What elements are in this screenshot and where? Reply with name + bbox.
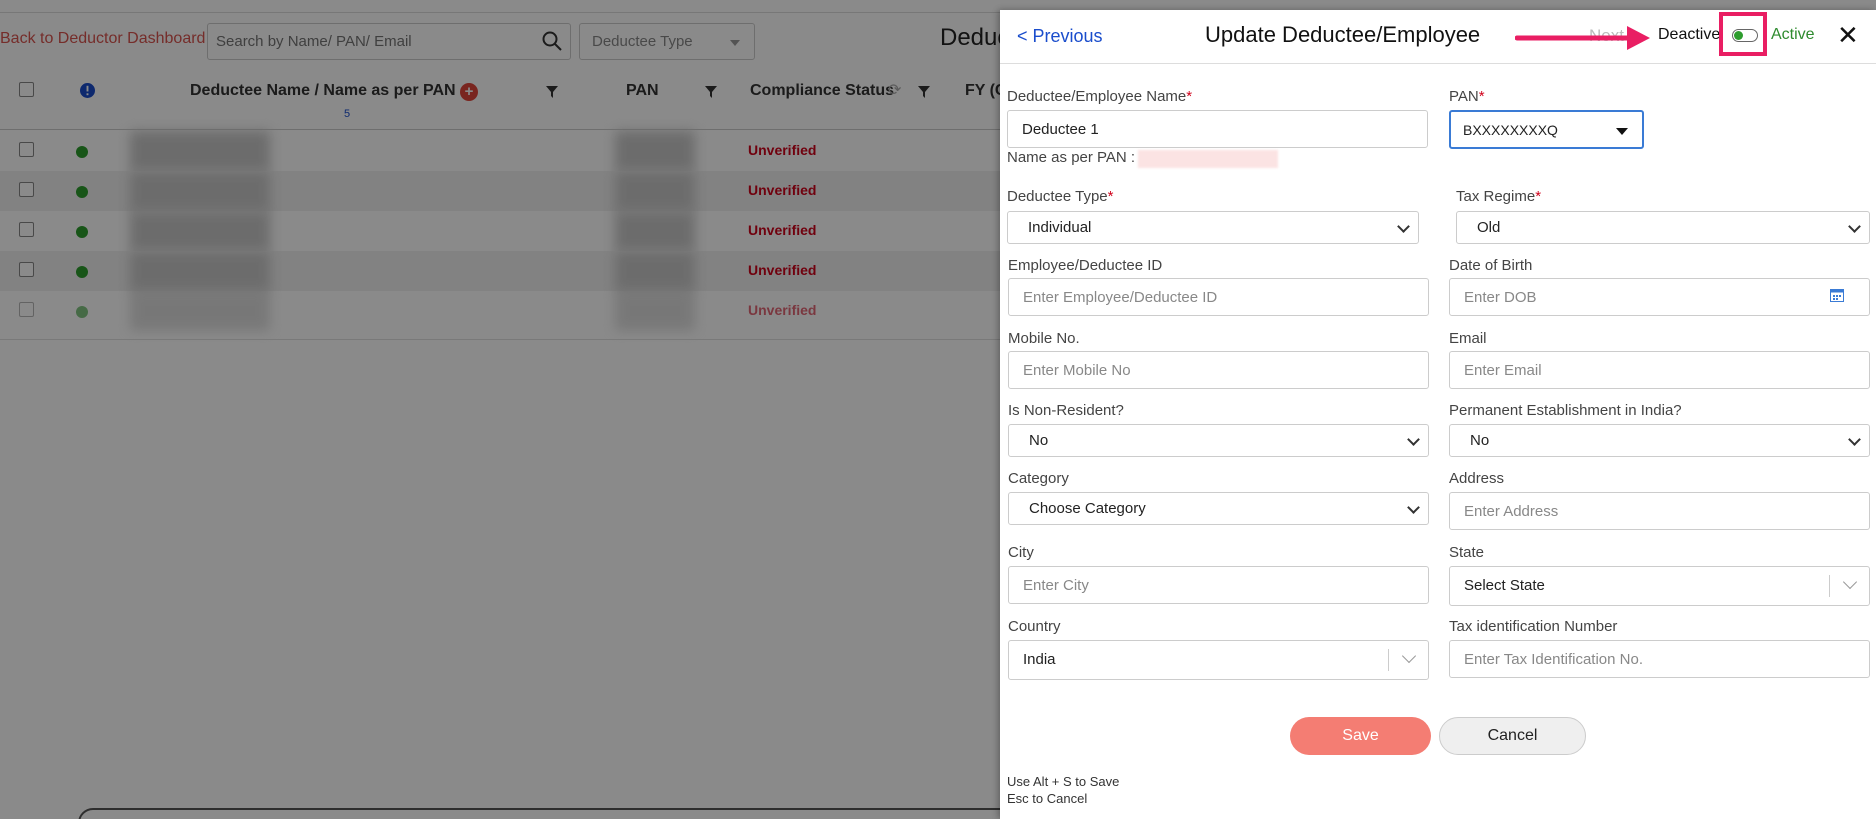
status-toggle[interactable] xyxy=(1732,29,1758,42)
pan-value: BXXXXXXXXQ xyxy=(1463,122,1558,138)
cancel-shortcut-hint: Esc to Cancel xyxy=(1007,791,1088,806)
dob-input[interactable] xyxy=(1449,278,1870,316)
calendar-icon[interactable] xyxy=(1830,288,1844,302)
mobile-label: Mobile No. xyxy=(1008,330,1080,347)
address-input[interactable] xyxy=(1449,492,1870,530)
close-icon[interactable]: ✕ xyxy=(1837,22,1859,48)
category-select[interactable]: Choose Category xyxy=(1008,492,1429,525)
deductee-type-value: Individual xyxy=(1028,219,1092,236)
chevron-down-icon xyxy=(1848,433,1861,446)
redacted-name-as-per-pan xyxy=(1138,150,1278,168)
deductee-type-label: Deductee Type* xyxy=(1007,188,1114,205)
category-label: Category xyxy=(1008,470,1069,487)
city-label: City xyxy=(1008,544,1034,561)
update-deductee-modal: < Previous Update Deductee/Employee Next… xyxy=(1000,10,1876,819)
toggle-highlight-box xyxy=(1719,12,1767,56)
tin-input[interactable] xyxy=(1449,640,1870,678)
state-value: Select State xyxy=(1464,577,1545,594)
name-as-per-pan-label: Name as per PAN : xyxy=(1007,149,1136,166)
mobile-input[interactable] xyxy=(1008,351,1429,389)
dob-field-wrapper xyxy=(1449,278,1870,316)
non-resident-select[interactable]: No xyxy=(1008,424,1429,457)
employee-id-label: Employee/Deductee ID xyxy=(1008,257,1163,274)
non-resident-label: Is Non-Resident? xyxy=(1008,402,1124,419)
address-label: Address xyxy=(1449,470,1505,487)
save-button[interactable]: Save xyxy=(1290,717,1431,755)
chevron-down-icon xyxy=(1848,220,1861,233)
deductee-type-select[interactable]: Individual xyxy=(1007,211,1419,244)
non-resident-value: No xyxy=(1029,432,1049,449)
perm-est-select[interactable]: No xyxy=(1449,424,1870,457)
previous-link[interactable]: < Previous xyxy=(1017,26,1103,47)
tax-regime-label: Tax Regime* xyxy=(1456,188,1542,205)
country-value: India xyxy=(1023,651,1056,668)
deactive-label: Deactive xyxy=(1656,26,1721,44)
deductee-name-input[interactable] xyxy=(1007,110,1428,148)
cancel-button[interactable]: Cancel xyxy=(1439,717,1586,755)
pan-select[interactable]: BXXXXXXXXQ xyxy=(1449,110,1644,149)
tax-regime-select[interactable]: Old xyxy=(1456,211,1870,244)
select-separator xyxy=(1829,575,1830,597)
perm-est-value: No xyxy=(1470,432,1490,449)
tin-label: Tax identification Number xyxy=(1449,618,1618,635)
pan-label: PAN* xyxy=(1449,88,1485,105)
country-label: Country xyxy=(1008,618,1061,635)
city-input[interactable] xyxy=(1008,566,1429,604)
toggle-knob xyxy=(1734,31,1743,40)
annotation-arrow-icon xyxy=(1515,26,1650,50)
category-value: Choose Category xyxy=(1029,500,1146,517)
country-select[interactable]: India xyxy=(1008,640,1429,680)
tax-regime-value: Old xyxy=(1477,219,1501,236)
email-label: Email xyxy=(1449,330,1487,347)
name-label: Deductee/Employee Name* xyxy=(1007,88,1193,105)
state-label: State xyxy=(1449,544,1485,561)
chevron-down-icon xyxy=(1397,220,1410,233)
dob-label: Date of Birth xyxy=(1449,257,1533,274)
state-select[interactable]: Select State xyxy=(1449,566,1870,606)
chevron-down-icon xyxy=(1842,574,1858,590)
email-input[interactable] xyxy=(1449,351,1870,389)
employee-id-input[interactable] xyxy=(1008,278,1429,316)
modal-header: < Previous Update Deductee/Employee Next… xyxy=(1000,10,1876,64)
chevron-down-icon xyxy=(1401,648,1417,664)
select-separator xyxy=(1388,649,1389,671)
caret-down-icon xyxy=(1616,128,1628,135)
perm-est-label: Permanent Establishment in India? xyxy=(1449,402,1682,419)
active-label: Active xyxy=(1771,26,1815,43)
save-shortcut-hint: Use Alt + S to Save xyxy=(1007,774,1120,789)
chevron-down-icon xyxy=(1407,433,1420,446)
modal-title: Update Deductee/Employee xyxy=(1205,22,1481,47)
chevron-down-icon xyxy=(1407,501,1420,514)
